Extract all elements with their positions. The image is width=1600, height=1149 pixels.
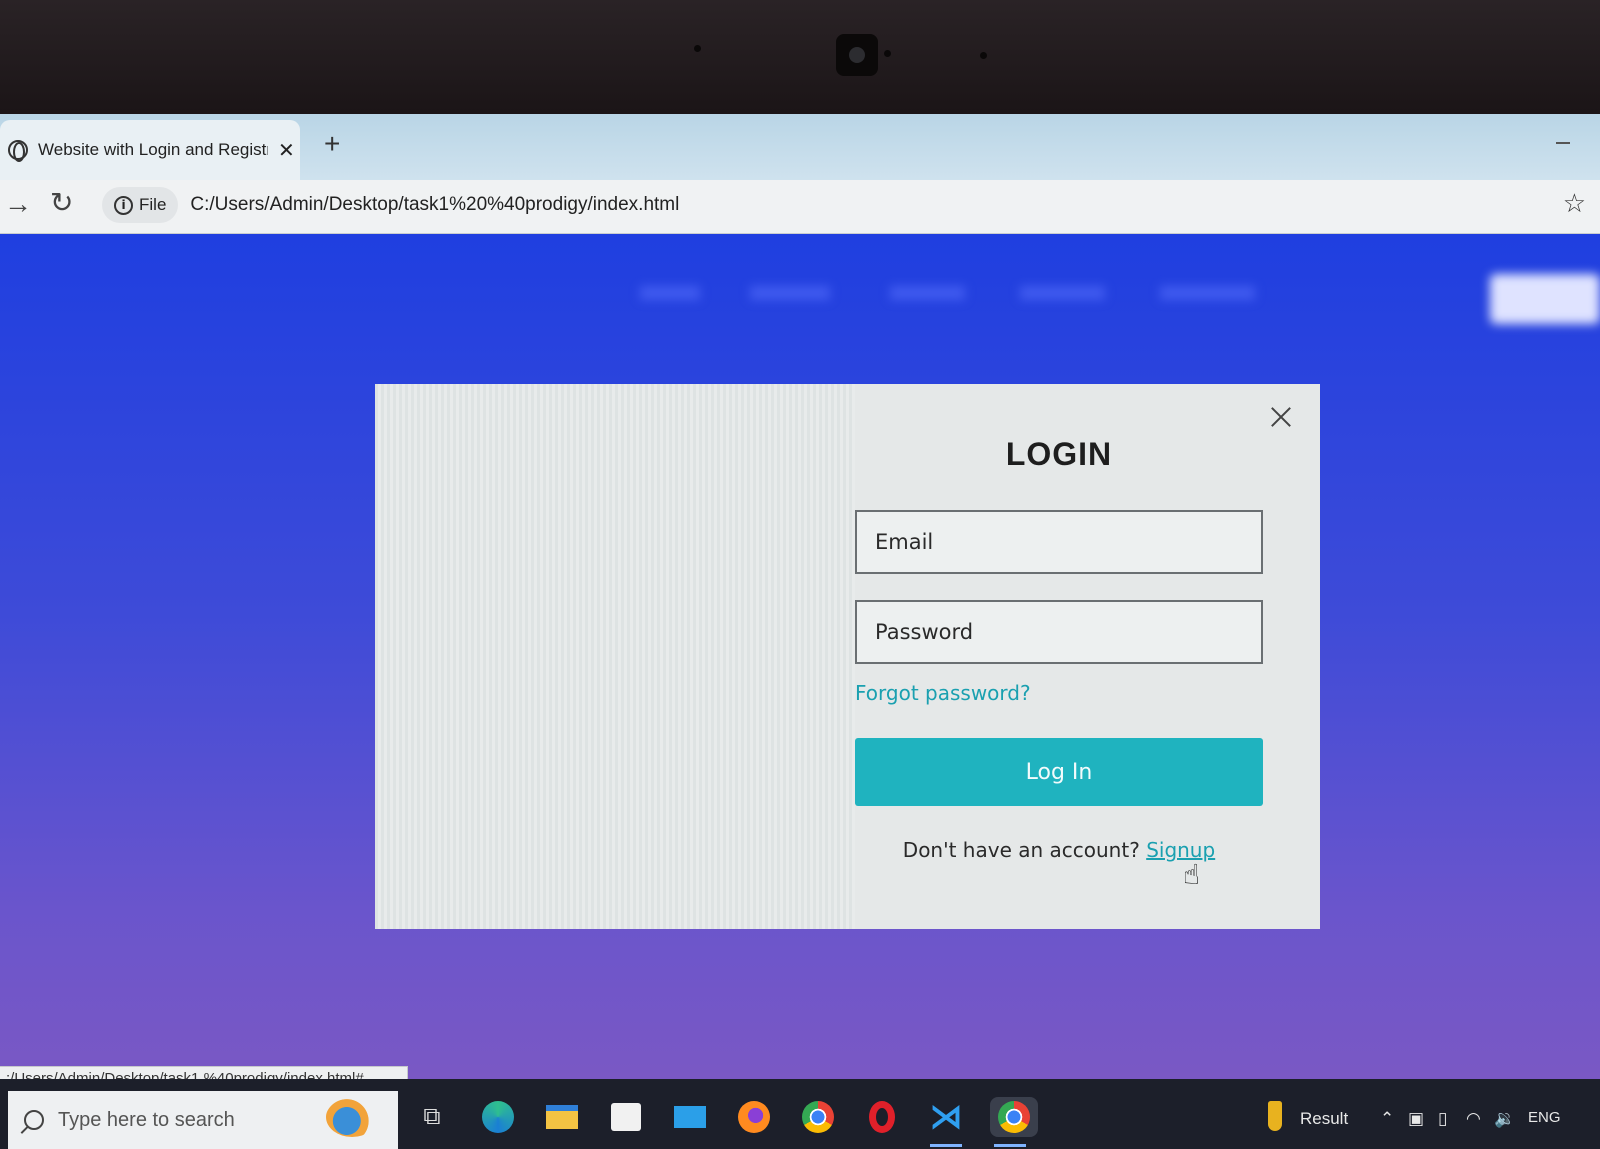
file-explorer-icon[interactable] [542,1097,582,1137]
store-icon[interactable] [606,1097,646,1137]
bezel-sensor [980,52,987,59]
browser-toolbar: → ↻ i File C:/Users/Admin/Desktop/task1%… [0,180,1600,234]
mail-icon[interactable] [670,1097,710,1137]
vscode-icon[interactable]: ⋊ [926,1097,966,1147]
hand-cursor-icon: ☝ [1183,859,1201,890]
task-view-icon[interactable]: ⧉ [412,1097,452,1137]
new-tab-button[interactable]: + [324,128,340,160]
login-modal: LOGIN Forgot password? Log In Don't have… [375,384,1320,929]
forward-icon[interactable]: → [4,188,32,220]
site-nav-link[interactable] [1160,286,1255,300]
password-field[interactable] [855,600,1263,664]
webcam-icon [836,34,878,76]
widget-icon[interactable] [1268,1101,1282,1131]
reload-icon[interactable]: ↻ [50,186,73,219]
file-label: File [139,195,167,214]
chrome-icon[interactable] [798,1097,838,1137]
laptop-bezel [0,0,1600,120]
forgot-password-link[interactable]: Forgot password? [855,681,1031,705]
email-field[interactable] [855,510,1263,574]
opera-icon[interactable] [862,1097,902,1137]
firefox-icon[interactable] [734,1097,774,1137]
bookmark-star-icon[interactable]: ☆ [1563,188,1586,219]
tray-device-icon[interactable]: ▣ [1408,1109,1424,1129]
address-bar[interactable]: i File C:/Users/Admin/Desktop/task1%20%4… [96,184,1586,226]
modal-image-panel [375,384,855,929]
wifi-icon[interactable]: ◠ [1466,1109,1481,1129]
edge-icon[interactable] [478,1097,518,1137]
globe-icon [8,140,28,162]
signup-row: Don't have an account? Signup [855,838,1263,862]
site-nav-link[interactable] [750,286,830,300]
volume-icon[interactable]: 🔉 [1494,1109,1515,1129]
page-viewport: LOGIN Forgot password? Log In Don't have… [0,234,1600,1079]
info-icon: i [114,195,133,215]
taskbar-search[interactable]: Type here to search [8,1091,398,1149]
header-login-button[interactable] [1490,274,1600,324]
minimize-icon[interactable] [1556,142,1570,144]
taskbar: Type here to search ⧉ ⋊ Result ⌃ ▣ ▯ ◠ 🔉… [0,1079,1600,1149]
battery-icon[interactable]: ▯ [1438,1109,1447,1129]
chrome-icon-active[interactable] [990,1097,1038,1147]
login-button[interactable]: Log In [855,738,1263,806]
search-placeholder: Type here to search [58,1108,235,1131]
bezel-sensor [694,45,701,52]
tab-active[interactable]: Website with Login and Registr ✕ [0,120,300,180]
login-title: LOGIN [1005,436,1113,472]
close-icon[interactable] [1266,402,1296,432]
site-nav-link[interactable] [890,286,965,300]
search-icon [24,1110,44,1130]
tab-title: Website with Login and Registr [38,140,268,159]
site-header-blurred [0,264,1600,324]
bezel-sensor [884,50,891,57]
signup-prompt: Don't have an account? [902,838,1140,862]
tab-strip: Website with Login and Registr ✕ + [0,114,1600,180]
chevron-up-icon[interactable]: ⌃ [1380,1109,1394,1129]
widget-label[interactable]: Result [1300,1109,1348,1129]
login-form: LOGIN Forgot password? Log In Don't have… [855,384,1320,929]
url-text[interactable]: C:/Users/Admin/Desktop/task1%20%40prodig… [190,194,679,216]
site-nav-link[interactable] [640,286,700,300]
signup-link[interactable]: Signup [1146,838,1215,862]
search-highlight-icon [326,1097,378,1137]
site-nav-link[interactable] [1020,286,1105,300]
tab-close-icon[interactable]: ✕ [278,138,295,163]
language-indicator[interactable]: ENG [1528,1109,1561,1126]
site-info-chip[interactable]: i File [102,187,179,223]
